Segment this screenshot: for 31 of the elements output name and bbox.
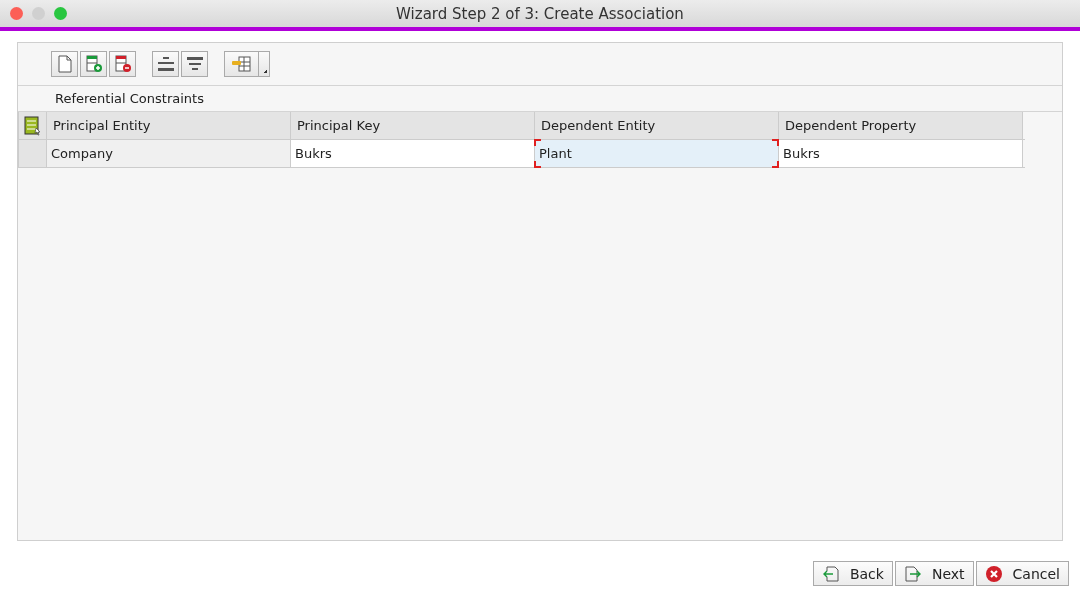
cancel-button[interactable]: Cancel — [975, 561, 1069, 586]
align-center-icon — [156, 56, 175, 72]
insert-row-button[interactable] — [80, 51, 107, 77]
filter-button[interactable] — [181, 51, 208, 77]
table-cell[interactable]: Company — [47, 140, 291, 167]
caret-icon — [258, 52, 269, 76]
zoom-button[interactable] — [54, 7, 67, 20]
next-arrow-icon — [903, 565, 922, 582]
column-header[interactable]: Principal Entity — [47, 112, 291, 139]
close-button[interactable] — [10, 7, 23, 20]
next-button[interactable]: Next — [894, 561, 974, 586]
delete-row-button[interactable] — [109, 51, 136, 77]
key-menu-button[interactable] — [224, 51, 270, 77]
filter-icon — [185, 56, 204, 72]
table-cell[interactable]: Bukrs — [779, 140, 1023, 167]
window-title: Wizard Step 2 of 3: Create Association — [396, 4, 684, 23]
add-row-icon — [84, 55, 103, 73]
cancel-icon — [984, 564, 1003, 583]
remove-row-icon — [113, 55, 132, 73]
back-button[interactable]: Back — [812, 561, 893, 586]
back-arrow-icon — [821, 565, 840, 582]
table-settings-icon[interactable] — [19, 112, 47, 139]
table-cell[interactable]: Bukrs — [291, 140, 535, 167]
table-cell[interactable]: Plant — [535, 140, 779, 167]
key-table-icon — [230, 55, 252, 73]
column-header[interactable]: Dependent Property — [779, 112, 1023, 139]
document-icon — [56, 55, 73, 73]
align-center-button[interactable] — [152, 51, 179, 77]
column-header[interactable]: Principal Key — [291, 112, 535, 139]
column-header[interactable]: Dependent Entity — [535, 112, 779, 139]
new-document-button[interactable] — [51, 51, 78, 77]
